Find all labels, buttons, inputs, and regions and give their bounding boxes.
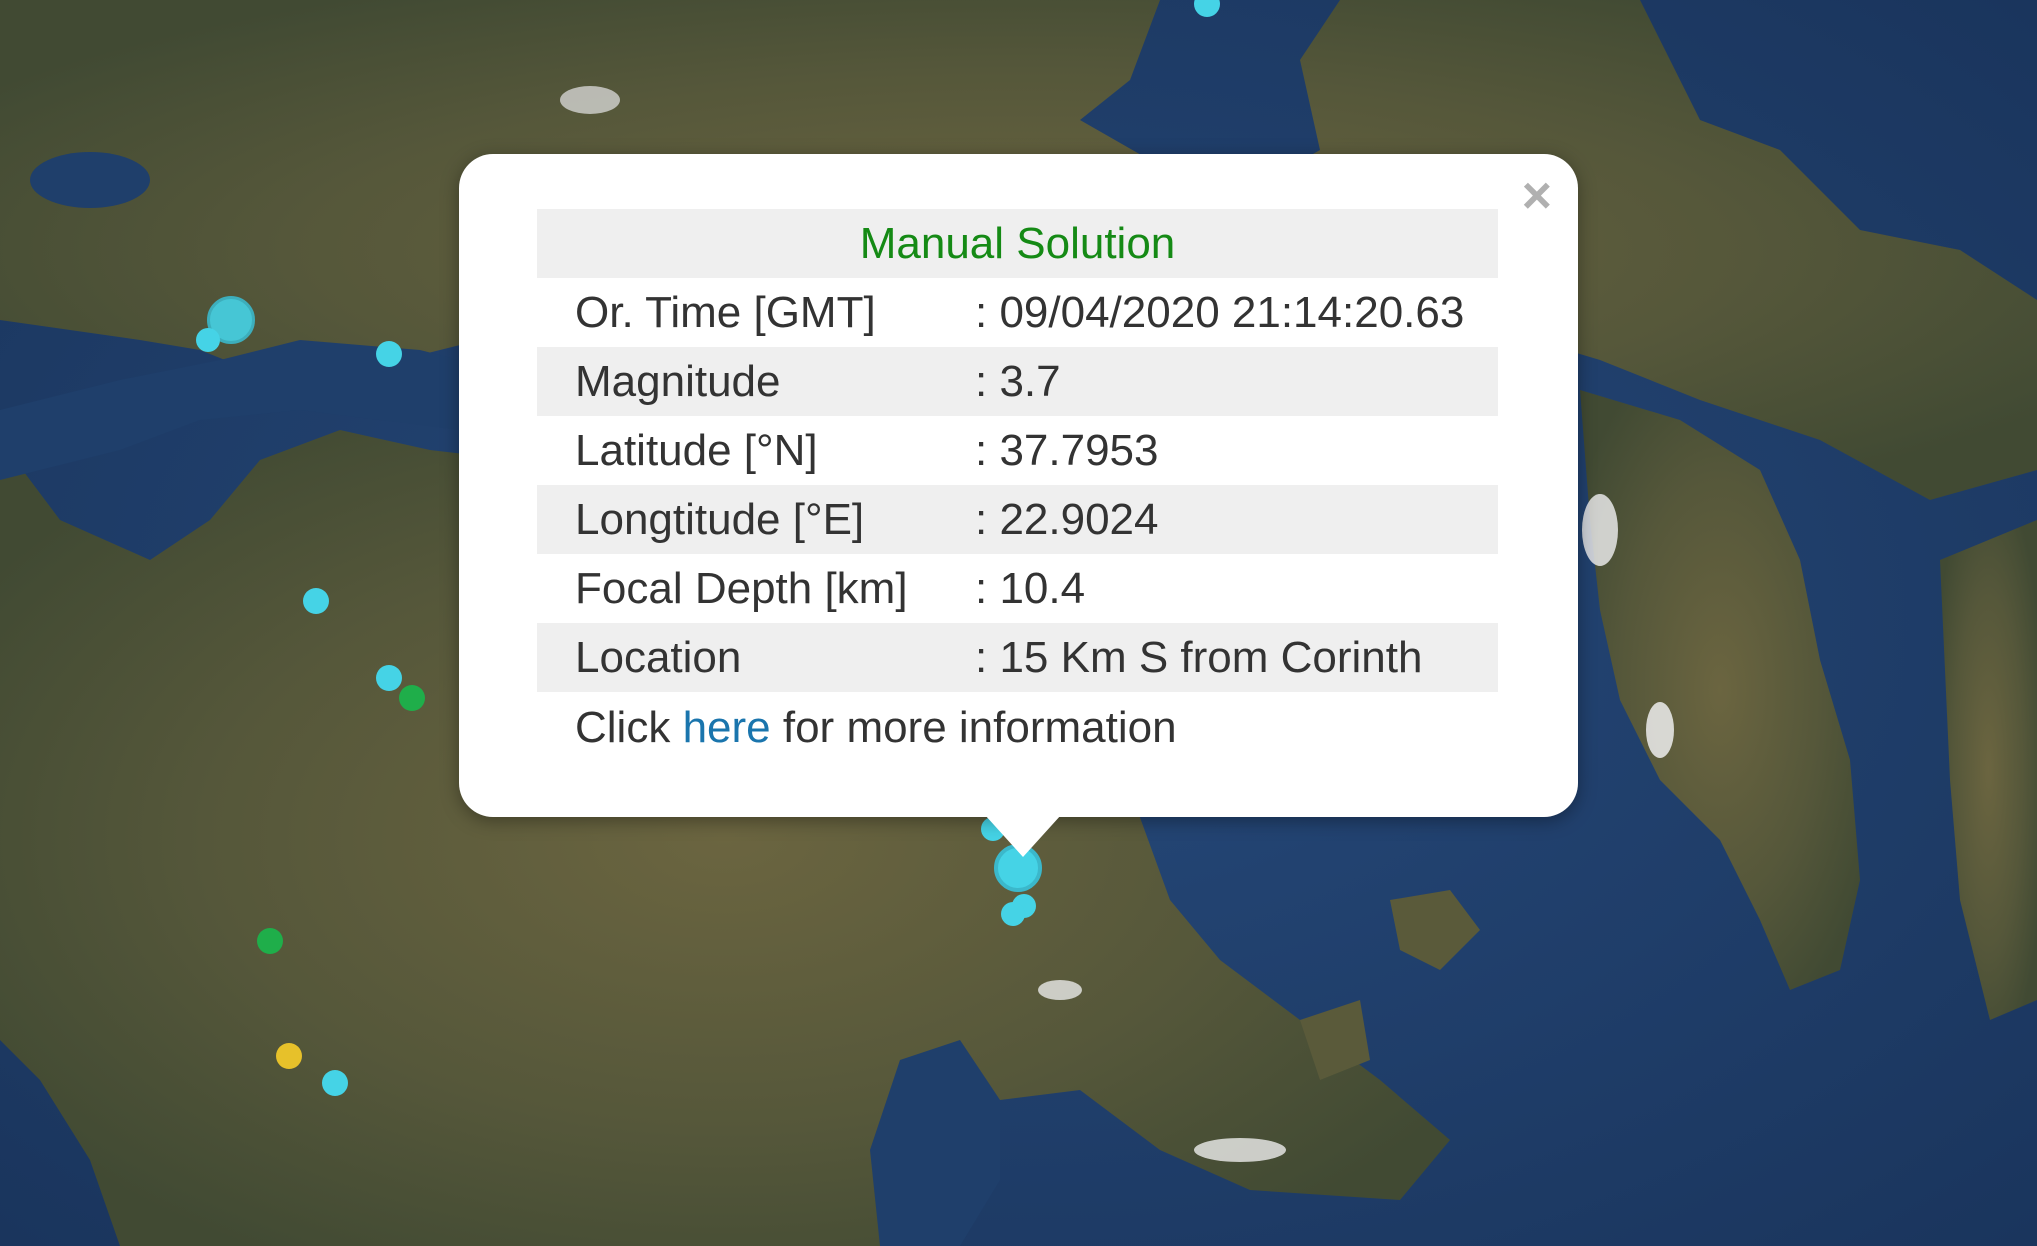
table-row: Magnitude : 3.7 [537, 347, 1498, 416]
earthquake-marker[interactable] [399, 685, 425, 711]
earthquake-marker[interactable] [196, 328, 220, 352]
earthquake-marker[interactable] [303, 588, 329, 614]
table-row: Location : 15 Km S from Corinth [537, 623, 1498, 692]
earthquake-marker[interactable] [376, 341, 402, 367]
earthquake-marker[interactable] [276, 1043, 302, 1069]
popup-title: Manual Solution [537, 209, 1498, 278]
earthquake-marker[interactable] [257, 928, 283, 954]
row-value: : 10.4 [975, 563, 1086, 613]
row-label: Or. Time [GMT] [575, 287, 876, 337]
table-row: Focal Depth [km] : 10.4 [537, 554, 1498, 623]
earthquake-marker[interactable] [1001, 902, 1025, 926]
more-info-suffix: for more information [770, 703, 1177, 752]
earthquake-marker[interactable] [322, 1070, 348, 1096]
row-value: : 15 Km S from Corinth [975, 623, 1498, 692]
earthquake-info-table: Manual Solution Or. Time [GMT] : 09/04/2… [537, 209, 1498, 692]
row-label: Latitude [°N] [575, 425, 818, 475]
popup-pointer [985, 815, 1061, 857]
table-row: Or. Time [GMT] : 09/04/2020 21:14:20.63 [537, 278, 1498, 347]
more-info-text: Click here for more information [575, 693, 1177, 762]
earthquake-marker[interactable] [376, 665, 402, 691]
row-value: : 37.7953 [975, 425, 1159, 475]
row-label: Magnitude [537, 347, 975, 416]
more-info-link[interactable]: here [683, 703, 771, 752]
earthquake-info-popup: × Manual Solution Or. Time [GMT] : 09/04… [459, 154, 1578, 817]
row-label: Location [537, 623, 975, 692]
row-value: : 22.9024 [975, 485, 1498, 554]
row-value: : 3.7 [975, 347, 1498, 416]
more-info-prefix: Click [575, 703, 683, 752]
row-label: Focal Depth [km] [575, 563, 908, 613]
table-row: Latitude [°N] : 37.7953 [537, 416, 1498, 485]
table-row: Longtitude [°E] : 22.9024 [537, 485, 1498, 554]
row-value: : 09/04/2020 21:14:20.63 [975, 287, 1465, 337]
close-icon[interactable]: × [1522, 170, 1552, 222]
row-label: Longtitude [°E] [537, 485, 975, 554]
